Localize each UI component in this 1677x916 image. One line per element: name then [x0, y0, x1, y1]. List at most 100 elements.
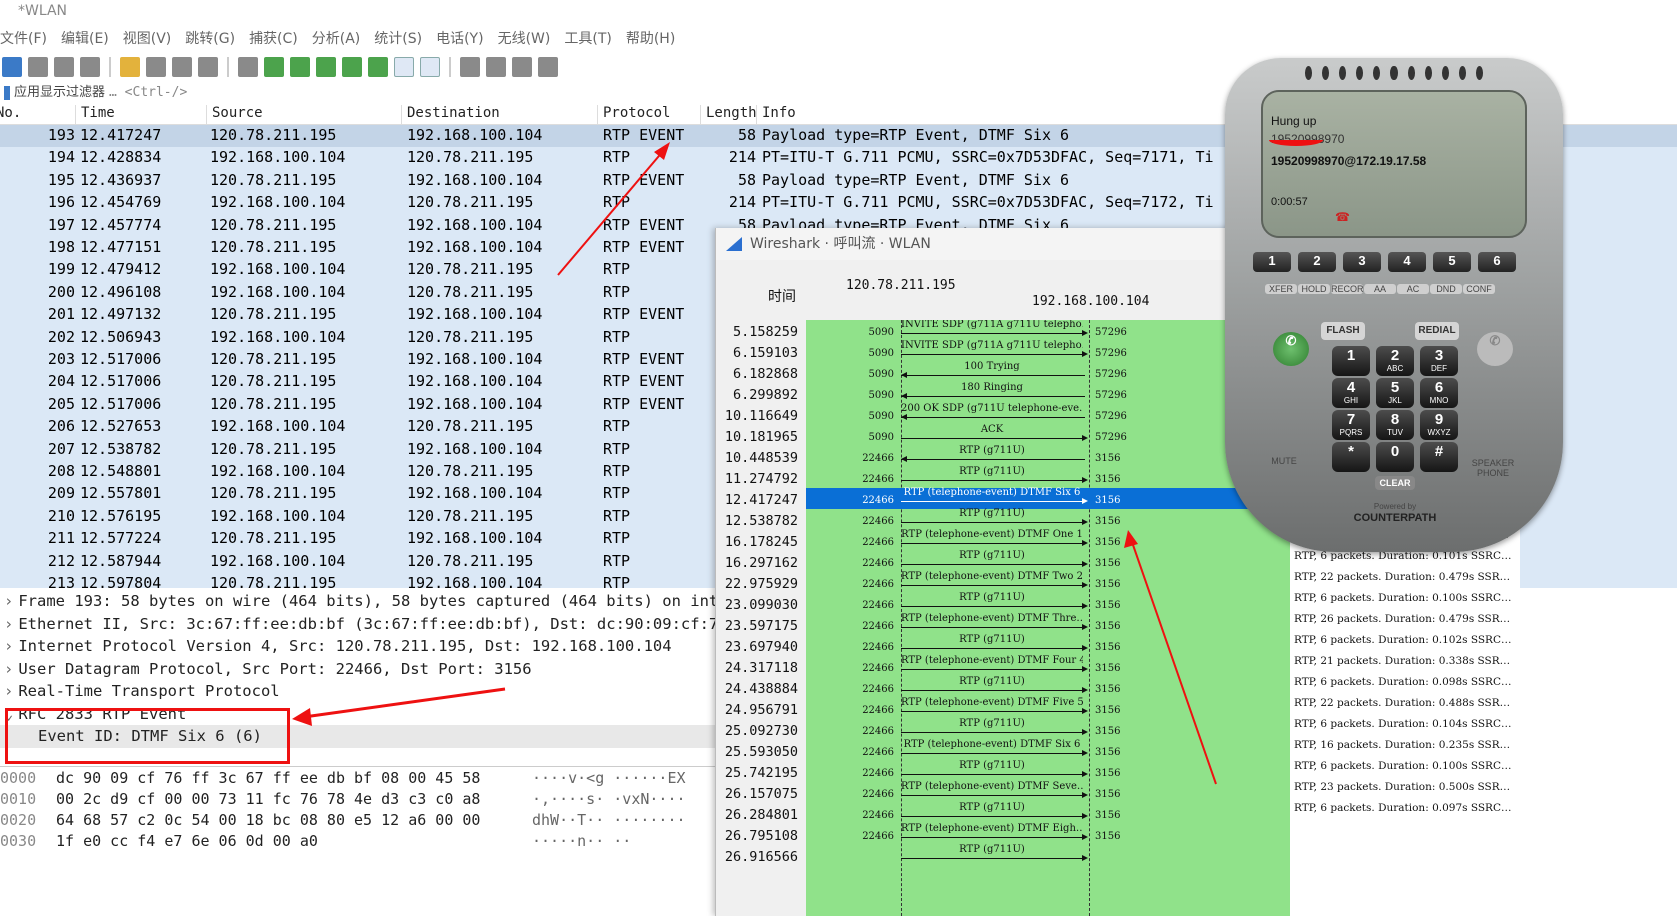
- keypad-key-hash[interactable]: #: [1420, 442, 1458, 472]
- menu-item[interactable]: 工具(T): [564, 28, 611, 52]
- menu-item[interactable]: 跳转(G): [185, 28, 235, 52]
- column-separator[interactable]: [206, 105, 207, 127]
- go-forward-icon[interactable]: [290, 57, 310, 77]
- expand-toggle-icon[interactable]: ›: [4, 682, 13, 700]
- hex-line[interactable]: 0030 1f e0 cc f4 e7 6e 06 0d 00 a0 ·····n·…: [0, 830, 720, 851]
- capture-options-icon[interactable]: [80, 57, 100, 77]
- detail-line[interactable]: › Ethernet II, Src: 3c:67:ff:ee:db:bf (3c…: [0, 613, 720, 636]
- keypad-key-star[interactable]: *: [1332, 442, 1370, 472]
- zoom-out-icon[interactable]: [486, 57, 506, 77]
- flow-diagram[interactable]: 5090 INVITE SDP (g711A g711U telepho… 5729…: [806, 320, 1291, 916]
- menu-item[interactable]: 帮助(H): [626, 28, 675, 52]
- menu-item[interactable]: 电话(Y): [436, 28, 483, 52]
- flow-row[interactable]: 22466 RTP (g711U) 3156: [806, 760, 1291, 782]
- start-capture-icon[interactable]: [2, 57, 22, 77]
- flow-row[interactable]: 22466 RTP (telephone-event) DTMF Eigh… 315…: [806, 823, 1291, 845]
- redial-button[interactable]: REDIAL: [1415, 322, 1459, 340]
- func-key-xfer[interactable]: XFER: [1265, 284, 1297, 294]
- display-filter-input[interactable]: 应用显示过滤器: [14, 85, 105, 100]
- flow-row[interactable]: 5090 INVITE SDP (g711A g711U telepho… 5729…: [806, 320, 1291, 341]
- func-key-hold[interactable]: HOLD: [1298, 284, 1330, 294]
- mute-button[interactable]: MUTE: [1267, 456, 1301, 466]
- line-key-4[interactable]: 4: [1388, 252, 1426, 272]
- line-key-6[interactable]: 6: [1478, 252, 1516, 272]
- column-separator[interactable]: [597, 105, 598, 127]
- func-key-ac[interactable]: AC: [1397, 284, 1429, 294]
- keypad-key-9[interactable]: 9 WXYZ: [1420, 410, 1458, 440]
- flow-row[interactable]: 5090 200 OK SDP (g711U telephone-eve… 5729…: [806, 403, 1291, 425]
- flow-row[interactable]: 22466 RTP (g711U) 3156: [806, 676, 1291, 698]
- autoscroll-icon[interactable]: [394, 57, 414, 77]
- keypad-key-2[interactable]: 2 ABC: [1376, 346, 1414, 376]
- colorize-icon[interactable]: [420, 57, 440, 77]
- restart-capture-icon[interactable]: [54, 57, 74, 77]
- end-call-icon[interactable]: ✆: [1477, 332, 1513, 366]
- packet-details-pane[interactable]: › Frame 193: 58 bytes on wire (464 bits),…: [0, 590, 720, 763]
- keypad-key-3[interactable]: 3 DEF: [1420, 346, 1458, 376]
- col-time[interactable]: Time: [81, 105, 115, 121]
- flow-row[interactable]: 22466 RTP (g711U) 3156: [806, 445, 1291, 467]
- go-to-packet-icon[interactable]: [316, 57, 336, 77]
- keypad-key-1[interactable]: 1: [1332, 346, 1370, 376]
- line-key-2[interactable]: 2: [1298, 252, 1336, 272]
- line-key-3[interactable]: 3: [1343, 252, 1381, 272]
- func-key-record[interactable]: RECORD: [1331, 284, 1370, 294]
- zoom-in-icon[interactable]: [460, 57, 480, 77]
- flow-row[interactable]: 22466 RTP (telephone-event) DTMF Six 6 315…: [806, 487, 1291, 509]
- expand-toggle-icon[interactable]: ›: [4, 637, 13, 655]
- flow-row[interactable]: 5090 ACK 57296: [806, 424, 1291, 446]
- column-separator[interactable]: [700, 105, 701, 127]
- keypad-key-0[interactable]: 0: [1376, 442, 1414, 472]
- keypad-key-7[interactable]: 7 PQRS: [1332, 410, 1370, 440]
- flow-row[interactable]: RTP (g711U): [806, 844, 1291, 866]
- detail-line[interactable]: › Frame 193: 58 bytes on wire (464 bits),…: [0, 590, 720, 613]
- go-back-icon[interactable]: [264, 57, 284, 77]
- expand-toggle-icon[interactable]: ⌄: [4, 705, 13, 723]
- flow-row[interactable]: 22466 RTP (telephone-event) DTMF Seve… 315…: [806, 781, 1291, 803]
- flow-row[interactable]: 22466 RTP (telephone-event) DTMF Four 4 31…: [806, 655, 1291, 677]
- resize-columns-icon[interactable]: [538, 57, 558, 77]
- flow-row[interactable]: 22466 RTP (g711U) 3156: [806, 634, 1291, 656]
- keypad-key-8[interactable]: 8 TUV: [1376, 410, 1414, 440]
- flow-row[interactable]: 22466 RTP (telephone-event) DTMF Thre… 315…: [806, 613, 1291, 635]
- menu-item[interactable]: 无线(W): [498, 28, 551, 52]
- go-last-packet-icon[interactable]: [368, 57, 388, 77]
- reload-file-icon[interactable]: [198, 57, 218, 77]
- menu-item[interactable]: 捕获(C): [249, 28, 298, 52]
- expand-toggle-icon[interactable]: ›: [4, 615, 13, 633]
- flow-row[interactable]: 5090 180 Ringing 57296: [806, 382, 1291, 404]
- col-source[interactable]: Source: [212, 105, 263, 121]
- hex-line[interactable]: 0020 64 68 57 c2 0c 54 00 18 bc 08 80 e5 …: [0, 809, 720, 830]
- close-file-icon[interactable]: [172, 57, 192, 77]
- func-key-conf[interactable]: CONF: [1463, 284, 1495, 294]
- flow-row[interactable]: 5090 100 Trying 57296: [806, 361, 1291, 383]
- flow-row[interactable]: 22466 RTP (g711U) 3156: [806, 466, 1291, 488]
- save-file-icon[interactable]: [146, 57, 166, 77]
- normal-size-icon[interactable]: [512, 57, 532, 77]
- expand-toggle-icon[interactable]: ›: [4, 592, 13, 610]
- flow-row[interactable]: 22466 RTP (g711U) 3156: [806, 550, 1291, 572]
- menu-item[interactable]: 视图(V): [123, 28, 172, 52]
- keypad-key-4[interactable]: 4 GHI: [1332, 378, 1370, 408]
- col-info[interactable]: Info: [762, 105, 796, 121]
- detail-line[interactable]: › Real-Time Transport Protocol: [0, 680, 720, 703]
- detail-line[interactable]: Event ID: DTMF Six 6 (6): [0, 725, 720, 748]
- column-separator[interactable]: [75, 105, 76, 127]
- col-protocol[interactable]: Protocol: [603, 105, 670, 121]
- flow-row[interactable]: 22466 RTP (g711U) 3156: [806, 592, 1291, 614]
- col-length[interactable]: Length: [706, 105, 757, 121]
- func-key-aa[interactable]: AA: [1364, 284, 1396, 294]
- clear-button[interactable]: CLEAR: [1375, 476, 1415, 490]
- go-first-packet-icon[interactable]: [342, 57, 362, 77]
- find-packet-icon[interactable]: [238, 57, 258, 77]
- hex-line[interactable]: 0000 dc 90 09 cf 76 ff 3c 67 ff ee db bf …: [0, 767, 720, 788]
- flow-row[interactable]: 5090 INVITE SDP (g711A g711U telepho… 5729…: [806, 340, 1291, 362]
- flow-row[interactable]: 22466 RTP (telephone-event) DTMF Six 6 315…: [806, 739, 1291, 761]
- answer-call-icon[interactable]: ✆: [1273, 332, 1309, 366]
- line-key-1[interactable]: 1: [1253, 252, 1291, 272]
- menu-item[interactable]: 文件(F): [0, 28, 47, 52]
- col-no[interactable]: No.: [0, 105, 21, 121]
- menu-item[interactable]: 编辑(E): [61, 28, 109, 52]
- flow-row[interactable]: 22466 RTP (g711U) 3156: [806, 718, 1291, 740]
- detail-line[interactable]: › Internet Protocol Version 4, Src: 120.7…: [0, 635, 720, 658]
